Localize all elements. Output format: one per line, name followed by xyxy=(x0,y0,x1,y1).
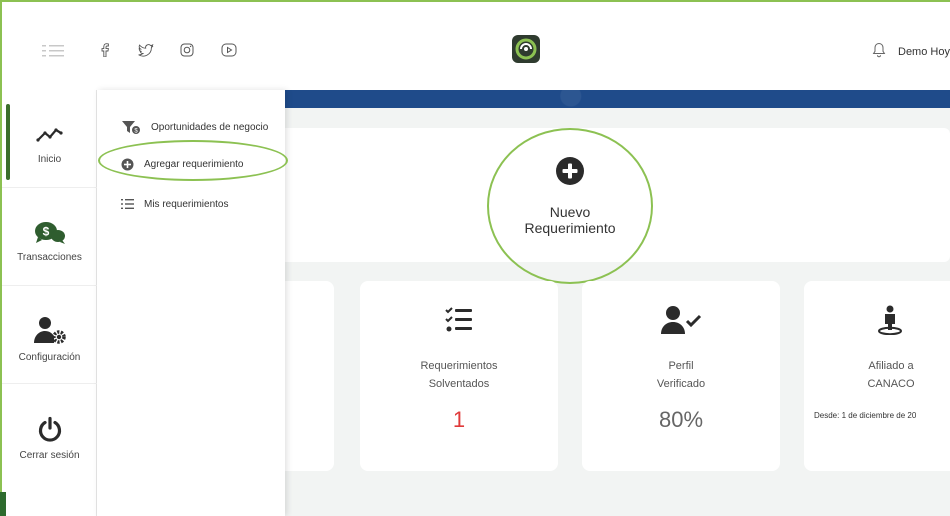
new-requirement-line2: Requerimiento xyxy=(524,220,616,236)
stat-label-line1: Perfil xyxy=(668,360,694,372)
instagram-icon[interactable] xyxy=(179,40,195,60)
facebook-icon[interactable] xyxy=(98,40,112,60)
power-icon xyxy=(38,416,61,442)
filter-icon: $ xyxy=(122,121,140,134)
submenu-item-oportunidades[interactable]: $ Oportunidades de negocio xyxy=(121,118,268,136)
bell-icon[interactable] xyxy=(872,42,886,58)
stat-card-profile[interactable]: Perfil Verificado 80% xyxy=(582,281,780,471)
stat-label-line1: Afiliado a xyxy=(868,360,914,372)
submenu-item-label: Oportunidades de negocio xyxy=(151,121,269,133)
sidebar-item-configuracion[interactable]: Configuración xyxy=(2,286,97,384)
affiliation-date: Desde: 1 de diciembre de 20 xyxy=(814,411,917,420)
stat-card-affiliation[interactable]: Afiliado a CANACO Desde: 1 de diciembre … xyxy=(804,281,950,471)
stat-label: Requerimientos Solventados xyxy=(360,357,558,393)
sidebar-item-cerrar-sesion[interactable]: Cerrar sesión xyxy=(2,384,97,482)
svg-text:$: $ xyxy=(42,225,49,239)
new-requirement-button[interactable]: Nuevo Requerimiento xyxy=(487,128,653,284)
accent-strip xyxy=(0,492,6,516)
youtube-icon[interactable] xyxy=(220,40,238,60)
sidebar-item-label: Inicio xyxy=(37,154,62,165)
stat-value: 80% xyxy=(658,407,704,432)
sidebar: Inicio $ Transacciones Configuración Cer… xyxy=(2,90,97,516)
stat-label: Perfil Verificado xyxy=(582,357,780,393)
brand-logo[interactable] xyxy=(511,34,541,64)
new-requirement-line1: Nuevo xyxy=(549,204,591,220)
new-requirement-label: Nuevo Requerimiento xyxy=(489,204,651,236)
plus-circle-icon xyxy=(556,157,584,185)
trend-line-icon xyxy=(35,128,63,142)
stat-value: 1 xyxy=(452,407,466,432)
submenu-item-label: Mis requerimientos xyxy=(144,198,229,210)
user-name[interactable]: Demo Hoyo xyxy=(898,46,950,58)
submenu-item-mis-requerimientos[interactable]: Mis requerimientos xyxy=(121,195,228,213)
person-pin-icon xyxy=(878,305,902,335)
stat-label-line2: CANACO xyxy=(867,378,915,390)
user-gear-icon xyxy=(33,317,66,344)
money-chat-icon: $ xyxy=(34,222,65,244)
sidebar-item-label: Transacciones xyxy=(17,252,82,263)
menu-icon[interactable] xyxy=(42,44,64,58)
user-check-icon xyxy=(661,306,702,334)
stat-label-line2: Verificado xyxy=(656,378,706,390)
highlight-ring xyxy=(98,140,288,181)
sidebar-item-inicio[interactable]: Inicio xyxy=(2,90,97,188)
list-icon xyxy=(121,199,134,209)
top-bar: Demo Hoyo xyxy=(2,10,950,90)
twitter-icon[interactable] xyxy=(137,40,155,60)
checklist-icon xyxy=(445,307,472,332)
stat-card-requirements[interactable]: Requerimientos Solventados 1 xyxy=(360,281,558,471)
stat-label-line1: Requerimientos xyxy=(420,360,498,372)
sidebar-item-label: Cerrar sesión xyxy=(19,450,80,461)
stat-label-line2: Solventados xyxy=(428,378,490,390)
sidebar-item-label: Configuración xyxy=(18,352,81,363)
sidebar-item-transacciones[interactable]: $ Transacciones xyxy=(2,188,97,286)
stat-label: Afiliado a CANACO xyxy=(831,357,950,393)
